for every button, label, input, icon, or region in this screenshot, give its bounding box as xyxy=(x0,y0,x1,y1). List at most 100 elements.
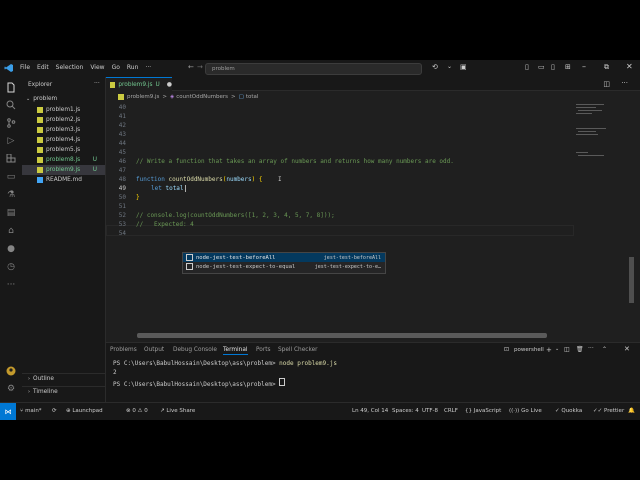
new-terminal-icon[interactable]: + xyxy=(546,346,552,354)
toggle-panel-icon[interactable]: ▭ xyxy=(538,63,545,71)
horizontal-scrollbar[interactable] xyxy=(137,333,547,338)
more-actions-icon[interactable]: ··· xyxy=(588,345,594,352)
remote-explorer-icon[interactable]: ▭ xyxy=(4,170,18,184)
file-item-selected[interactable]: problem9.js U xyxy=(22,165,105,175)
tab-problems[interactable]: Problems xyxy=(110,347,137,353)
menu-run[interactable]: Run xyxy=(127,64,139,71)
more-actions-icon[interactable]: ··· xyxy=(94,80,100,87)
code-closing-brace: } xyxy=(136,194,140,201)
breadcrumb-function[interactable]: countOddNumbers xyxy=(176,94,228,100)
split-editor-icon[interactable]: ◫ xyxy=(603,80,610,88)
github-icon[interactable]: ● xyxy=(4,242,18,256)
run-debug-icon[interactable]: ▷ xyxy=(4,134,18,148)
file-item[interactable]: problem2.js xyxy=(22,115,105,125)
tab-ports[interactable]: Ports xyxy=(256,347,271,353)
more-menu-icon[interactable]: ··· xyxy=(145,64,151,71)
remote-indicator-icon[interactable]: ⋈ xyxy=(0,403,16,420)
live-share-item[interactable]: ↗ Live Share xyxy=(160,408,195,414)
menu-edit[interactable]: Edit xyxy=(37,64,49,71)
problems-indicator[interactable]: ⊗ 0 ⚠ 0 xyxy=(126,408,148,414)
toggle-secondary-sidebar-icon[interactable]: ▯ xyxy=(551,63,555,71)
back-arrow-icon[interactable]: ← xyxy=(188,63,194,71)
prettier-item[interactable]: ✓✓ Prettier xyxy=(593,408,624,414)
chevron-down-icon[interactable]: ⌄ xyxy=(447,63,452,70)
menu-file[interactable]: File xyxy=(20,64,30,71)
more-actions-icon[interactable]: ··· xyxy=(621,79,628,87)
indentation[interactable]: Spaces: 4 xyxy=(392,408,419,414)
docker-icon[interactable]: ▤ xyxy=(4,206,18,220)
copilot-icon[interactable]: ⟲ xyxy=(432,63,438,71)
cursor-position[interactable]: Ln 49, Col 14 xyxy=(352,408,388,414)
suggestion-item[interactable]: node-jest-test-expect-to-equal jest-test… xyxy=(183,262,385,271)
chat-icon[interactable]: ▣ xyxy=(460,63,467,71)
customize-layout-icon[interactable]: ⊞ xyxy=(565,63,571,71)
sync-icon[interactable]: ⟳ xyxy=(52,408,57,414)
terminal-shell-name[interactable]: powershell xyxy=(514,347,544,353)
minimap-line xyxy=(576,152,588,153)
launchpad-item[interactable]: ⊕ Launchpad xyxy=(66,408,103,414)
language-mode[interactable]: {} JavaScript xyxy=(465,408,501,414)
breadcrumb-variable[interactable]: total xyxy=(246,94,259,100)
untracked-badge: U xyxy=(92,157,97,163)
code-editor[interactable]: 40 41 42 43 44 45 46 47 48 49 50 51 52 5… xyxy=(106,102,628,272)
quokka-item[interactable]: ✓ Quokka xyxy=(555,408,582,414)
timeline-section[interactable]: › Timeline xyxy=(22,386,105,397)
close-icon[interactable]: ✕ xyxy=(626,62,633,71)
line-ending[interactable]: CRLF xyxy=(444,408,458,414)
trash-icon[interactable]: 🗑 xyxy=(576,346,584,353)
split-terminal-icon[interactable]: ◫ xyxy=(564,346,570,353)
activity-bar: ▷ ▭ ⚗ ▤ ⌂ ● ◷ ··· ⚙ xyxy=(0,77,23,402)
tab-terminal[interactable]: Terminal xyxy=(223,347,248,355)
minimap[interactable] xyxy=(572,102,628,272)
branch-indicator[interactable]: ⑂ main* xyxy=(20,408,42,414)
tab-debug-console[interactable]: Debug Console xyxy=(173,347,217,353)
more-views-icon[interactable]: ··· xyxy=(4,278,18,292)
unsaved-dot-icon[interactable]: ● xyxy=(167,81,172,88)
vertical-scrollbar[interactable] xyxy=(629,257,634,303)
terminal-line[interactable]: PS C:\Users\BabulHossain\Desktop\ass\pro… xyxy=(113,378,286,388)
chevron-up-icon[interactable]: ⌃ xyxy=(602,346,607,353)
timer-icon[interactable]: ◷ xyxy=(4,260,18,274)
source-control-icon[interactable] xyxy=(4,116,18,130)
menu-go[interactable]: Go xyxy=(112,64,120,71)
explorer-icon[interactable] xyxy=(4,80,18,94)
tab-spell-checker[interactable]: Spell Checker xyxy=(278,347,318,353)
file-item[interactable]: README.md xyxy=(22,175,105,185)
minimap-line xyxy=(578,110,602,111)
menu-selection[interactable]: Selection xyxy=(56,64,84,71)
line-number: 54 xyxy=(118,230,126,237)
breadcrumb-file[interactable]: problem9.js xyxy=(127,94,159,100)
tool-icon[interactable]: ⌂ xyxy=(4,224,18,238)
suggestion-item[interactable]: node-jest-test-beforeAll jest-test-befor… xyxy=(183,253,385,262)
tab-problem9[interactable]: problem9.js U ● xyxy=(106,77,172,91)
file-item[interactable]: problem8.js U xyxy=(22,155,105,165)
notifications-bell-icon[interactable]: 🔔 xyxy=(628,408,635,414)
menu-view[interactable]: View xyxy=(90,64,104,71)
encoding[interactable]: UTF-8 xyxy=(422,408,438,414)
tab-output[interactable]: Output xyxy=(144,347,164,353)
account-icon[interactable] xyxy=(4,364,18,378)
double-check-icon: ✓✓ xyxy=(593,408,604,414)
explorer-sidebar: Explorer ··· ⌄ problem problem1.js probl… xyxy=(22,77,106,402)
file-item[interactable]: problem3.js xyxy=(22,125,105,135)
file-item[interactable]: problem5.js xyxy=(22,145,105,155)
settings-gear-icon[interactable]: ⚙ xyxy=(4,382,18,396)
file-item[interactable]: problem1.js xyxy=(22,105,105,115)
chevron-down-icon[interactable]: ⌄ xyxy=(555,346,559,352)
forward-arrow-icon[interactable]: → xyxy=(197,63,203,71)
search-icon[interactable] xyxy=(4,98,18,112)
minimize-icon[interactable]: – xyxy=(582,62,586,71)
command-center-search[interactable]: problem xyxy=(205,63,422,75)
folder-problem[interactable]: ⌄ problem xyxy=(22,94,105,104)
js-file-icon xyxy=(37,137,43,143)
outline-section[interactable]: › Outline xyxy=(22,373,105,384)
extensions-icon[interactable] xyxy=(4,152,18,166)
close-panel-icon[interactable]: ✕ xyxy=(624,345,630,353)
line-number: 47 xyxy=(118,167,126,174)
restore-icon[interactable]: ⧉ xyxy=(604,63,609,72)
file-item[interactable]: problem4.js xyxy=(22,135,105,145)
testing-icon[interactable]: ⚗ xyxy=(4,188,18,202)
toggle-sidebar-icon[interactable]: ▯ xyxy=(525,63,529,71)
go-live-item[interactable]: ((·)) Go Live xyxy=(509,408,542,414)
line-number: 46 xyxy=(118,158,126,165)
